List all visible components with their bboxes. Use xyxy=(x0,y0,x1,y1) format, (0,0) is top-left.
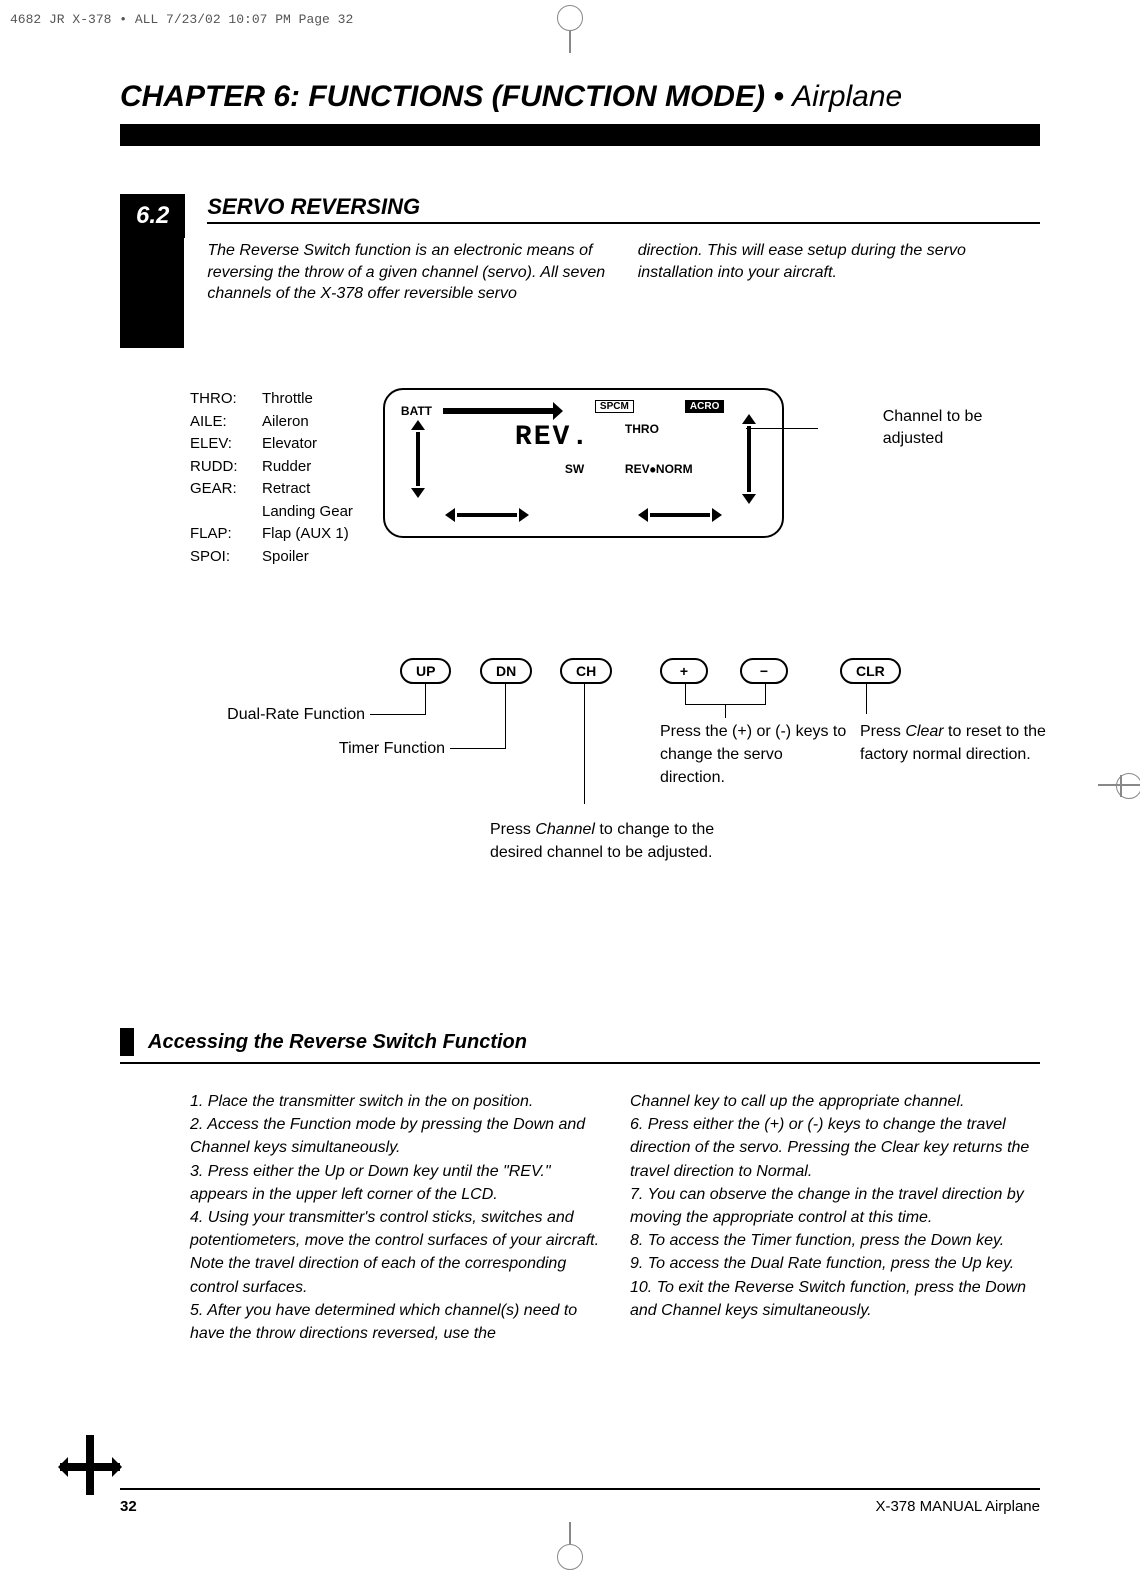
chapter-sep: • xyxy=(765,80,792,113)
lcd-batt-bar xyxy=(443,408,553,414)
chapter-title: CHAPTER 6: FUNCTIONS (FUNCTION MODE) • A… xyxy=(120,80,1040,114)
section-number: 6.2 xyxy=(120,194,185,238)
dual-rate-label: Dual-Rate Function xyxy=(210,706,365,724)
up-key: UP xyxy=(400,658,451,684)
subsection-title: Accessing the Reverse Switch Function xyxy=(148,1031,527,1054)
page-number: 32 xyxy=(120,1498,137,1515)
dn-key: DN xyxy=(480,658,532,684)
plus-minus-caption: Press the (+) or (-) keys to change the … xyxy=(660,720,850,790)
ch-key: CH xyxy=(560,658,612,684)
lcd-rev-norm: REV•NORM xyxy=(625,462,693,476)
registration-mark-icon xyxy=(60,1435,120,1495)
page-footer: 32 X-378 MANUAL Airplane xyxy=(120,1488,1040,1515)
lcd-spcm-badge: SPCM xyxy=(595,400,634,413)
chapter-title-light: Airplane xyxy=(792,80,902,113)
list-item: AILE:Aileron xyxy=(190,411,353,434)
print-slug: 4682 JR X-378 • ALL 7/23/02 10:07 PM Pag… xyxy=(10,12,353,27)
clr-caption: Press Clear to reset to the factory norm… xyxy=(860,720,1070,766)
section-tab-tail xyxy=(120,238,184,348)
channel-list: THRO:Throttle AILE:Aileron ELEV:Elevator… xyxy=(190,388,353,568)
list-item: SPOI:Spoiler xyxy=(190,546,353,569)
lcd-htrim-left-icon xyxy=(445,508,529,522)
lcd-rev-text: REV. xyxy=(515,422,590,453)
chapter-rule xyxy=(120,124,1040,146)
crop-mark-top xyxy=(557,5,583,31)
section-paragraph-left: The Reverse Switch function is an electr… xyxy=(207,240,609,305)
lcd-channel-callout: Channel to be adjusted xyxy=(883,406,1040,451)
list-item: Landing Gear xyxy=(190,501,353,524)
instructions-right: Channel key to call up the appropriate c… xyxy=(630,1090,1040,1345)
list-item: FLAP:Flap (AUX 1) xyxy=(190,523,353,546)
instructions-left: 1. Place the transmitter switch in the o… xyxy=(190,1090,600,1345)
subsection-rule xyxy=(120,1062,1040,1064)
list-item: THRO:Throttle xyxy=(190,388,353,411)
ch-caption: Press Channel to change to the desired c… xyxy=(490,818,730,864)
plus-key: + xyxy=(660,658,708,684)
lcd-vtrim-left-icon xyxy=(411,420,425,498)
crop-mark-bottom xyxy=(557,1544,583,1570)
section-title: SERVO REVERSING xyxy=(207,194,1040,224)
section-paragraph-right: direction. This will ease setup during t… xyxy=(638,240,1040,305)
lcd-htrim-right-icon xyxy=(638,508,722,522)
lcd-sw-label: SW xyxy=(565,462,584,476)
manual-name: X-378 MANUAL Airplane xyxy=(875,1498,1040,1515)
lcd-batt-label: BATT xyxy=(401,404,432,418)
lcd-acro-badge: ACRO xyxy=(685,400,724,413)
lcd-thro-label: THRO xyxy=(625,422,659,436)
list-item: GEAR:Retract xyxy=(190,478,353,501)
clr-key: CLR xyxy=(840,658,901,684)
lcd-screen: BATT SPCM ACRO REV. THRO SW REV•NORM xyxy=(383,388,785,538)
list-item: RUDD:Rudder xyxy=(190,456,353,479)
chapter-title-strong: CHAPTER 6: FUNCTIONS (FUNCTION MODE) xyxy=(120,80,765,113)
minus-key: − xyxy=(740,658,788,684)
timer-label: Timer Function xyxy=(300,740,445,758)
list-item: ELEV:Elevator xyxy=(190,433,353,456)
crop-mark-right xyxy=(1108,785,1140,787)
subsection-marker xyxy=(120,1028,134,1056)
